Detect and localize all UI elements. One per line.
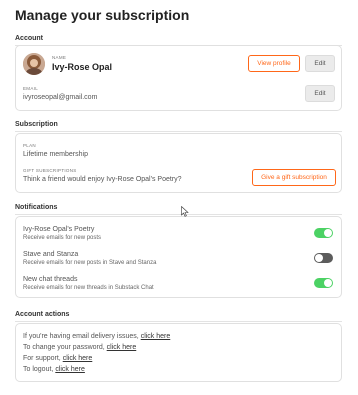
toggle-stave-and-stanza[interactable] <box>314 253 333 263</box>
subscription-card: PLAN Lifetime membership GIFT SUBSCRIPTI… <box>15 133 342 193</box>
notification-title: Ivy-Rose Opal's Poetry <box>23 226 95 233</box>
gift-text: Think a friend would enjoy Ivy-Rose Opal… <box>23 176 182 183</box>
email-label: EMAIL <box>23 86 39 91</box>
name-label: NAME <box>52 55 67 60</box>
notification-desc: Receive emails for new threads in Substa… <box>23 285 154 291</box>
edit-email-button[interactable]: Edit <box>305 85 335 102</box>
divider <box>15 131 342 132</box>
gift-label: GIFT SUBSCRIPTIONS <box>23 168 77 173</box>
toggle-new-chat-threads[interactable] <box>314 278 333 288</box>
notification-title: Stave and Stanza <box>23 251 79 258</box>
page-title: Manage your subscription <box>15 7 190 23</box>
account-heading: Account <box>15 35 43 42</box>
email-value: ivyroseopal@gmail.com <box>23 94 98 101</box>
account-actions-heading: Account actions <box>15 311 70 318</box>
toggle-knob <box>324 229 332 237</box>
notification-row: Stave and Stanza Receive emails for new … <box>23 251 341 269</box>
action-text: For support, <box>23 355 61 362</box>
logout-link[interactable]: click here <box>55 366 85 373</box>
action-row: To change your password, click here <box>23 344 136 351</box>
notifications-card: Ivy-Rose Opal's Poetry Receive emails fo… <box>15 216 342 298</box>
notification-desc: Receive emails for new posts in Stave an… <box>23 260 157 266</box>
notifications-heading: Notifications <box>15 204 58 211</box>
avatar <box>23 53 45 75</box>
action-row: If you're having email delivery issues, … <box>23 333 170 340</box>
give-gift-subscription-button[interactable]: Give a gift subscription <box>252 169 336 186</box>
toggle-knob <box>324 279 332 287</box>
notification-row: Ivy-Rose Opal's Poetry Receive emails fo… <box>23 226 341 244</box>
action-row: To logout, click here <box>23 366 85 373</box>
avatar-image <box>23 53 45 75</box>
plan-value: Lifetime membership <box>23 151 88 158</box>
notification-row: New chat threads Receive emails for new … <box>23 276 341 294</box>
mouse-cursor-icon <box>181 206 189 217</box>
notification-desc: Receive emails for new posts <box>23 235 102 241</box>
account-name: Ivy-Rose Opal <box>52 62 113 72</box>
account-actions-card: If you're having email delivery issues, … <box>15 323 342 382</box>
divider <box>15 321 342 322</box>
view-profile-button[interactable]: View profile <box>248 55 300 72</box>
change-password-link[interactable]: click here <box>107 344 137 351</box>
action-row: For support, click here <box>23 355 92 362</box>
edit-name-button[interactable]: Edit <box>305 55 335 72</box>
account-card: NAME Ivy-Rose Opal View profile Edit EMA… <box>15 45 342 111</box>
action-text: To change your password, <box>23 344 105 351</box>
subscription-heading: Subscription <box>15 121 58 128</box>
action-text: To logout, <box>23 366 54 373</box>
notification-title: New chat threads <box>23 276 78 283</box>
plan-label: PLAN <box>23 143 36 148</box>
divider <box>15 214 342 215</box>
action-text: If you're having email delivery issues, <box>23 333 139 340</box>
support-link[interactable]: click here <box>63 355 93 362</box>
toggle-ivy-rose-opal-poetry[interactable] <box>314 228 333 238</box>
email-delivery-issues-link[interactable]: click here <box>141 333 171 340</box>
toggle-knob <box>315 254 323 262</box>
